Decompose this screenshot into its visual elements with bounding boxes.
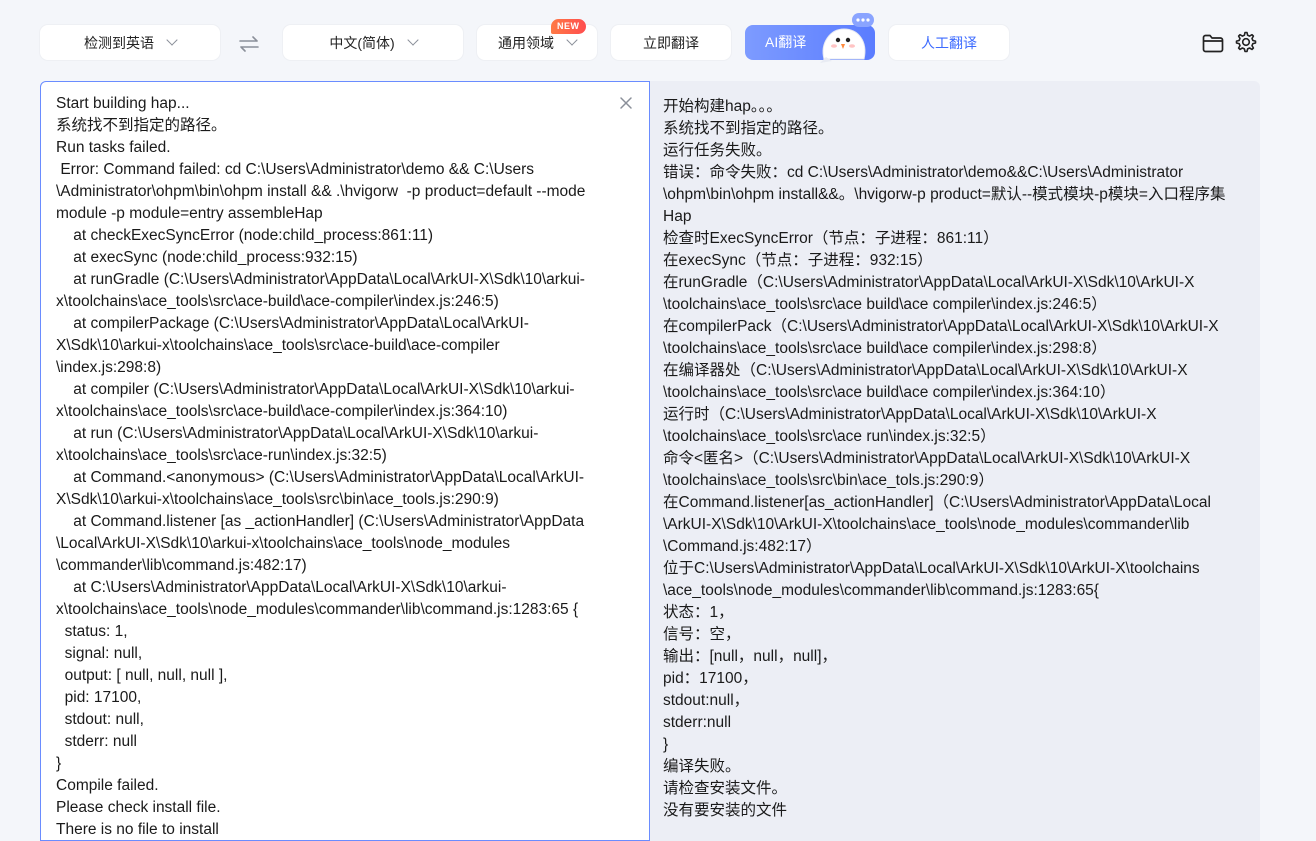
target-line: \Command.js:482:17） [663,538,822,555]
target-line: \ArkUI-X\Sdk\10\ArkUI-X\toolchains\ace_t… [663,516,1190,533]
source-text-input[interactable]: Start building hap... 系统找不到指定的路径。 Run task… [56,93,616,840]
target-line: \ohpm\bin\ohpm install&&。\hvigorw-p prod… [663,186,1226,203]
toolbar: 检测到英语 中文(简体) 通用领域 NEW 立即翻译 AI翻译 人工翻译 [0,0,1316,80]
target-line: 在Command.listener[as_actionHandler]（C:\U… [663,494,1211,511]
translate-now-label: 立即翻译 [643,34,699,51]
source-line: x\toolchains\ace_tools\src\ace-build\ace… [56,293,499,310]
source-line: x\toolchains\ace_tools\src\ace-build\ace… [56,403,508,420]
source-line: at compilerPackage (C:\Users\Administrat… [56,315,529,332]
target-line: } [663,736,669,753]
source-line: stdout: null, [56,711,144,728]
human-translate-label: 人工翻译 [921,34,977,51]
target-line: \toolchains\ace_tools\src\ace run\index.… [663,428,996,445]
target-line: 在compilerPack（C:\Users\Administrator\App… [663,318,1219,335]
source-line: Please check install file. [56,799,221,816]
source-line: Run tasks failed. [56,139,171,156]
source-line: 系统找不到指定的路径。 [56,117,227,134]
target-line: 检查时ExecSyncError（节点：子进程：861:11） [663,230,999,247]
source-language-select[interactable]: 检测到英语 [40,25,220,60]
folder-icon[interactable] [1201,31,1225,55]
source-text-panel[interactable]: Start building hap... 系统找不到指定的路径。 Run task… [40,81,650,841]
target-language-label: 中文(简体) [329,34,395,51]
target-line: stderr:null [663,714,732,731]
chevron-down-icon [166,34,178,46]
source-line: X\Sdk\10\arkui-x\toolchains\ace_tools\sr… [56,337,500,354]
translation-result-text: 开始构建hap。。。系统找不到指定的路径。 运行任务失败。错误：命令失败：cd C… [663,96,1253,822]
source-line: pid: 17100, [56,689,142,706]
source-line: at checkExecSyncError (node:child_proces… [56,227,434,244]
source-line: X\Sdk\10\arkui-x\toolchains\ace_tools\sr… [56,491,499,508]
source-line: Error: Command failed: cd C:\Users\Admin… [56,161,535,178]
source-line: \Local\ArkUI-X\Sdk\10\arkui-x\toolchains… [56,535,511,552]
domain-label: 通用领域 [498,34,554,51]
translation-result-panel: 开始构建hap。。。系统找不到指定的路径。 运行任务失败。错误：命令失败：cd C… [650,81,1260,841]
target-line: 状态：1， [663,604,734,621]
source-line: at compiler (C:\Users\Administrator\AppD… [56,381,575,398]
source-line: There is no file to install [56,821,219,838]
target-line: 信号：空， [663,626,741,643]
close-icon[interactable] [618,95,634,111]
source-line: output: [ null, null, null ], [56,667,228,684]
ai-translate-label: AI翻译 [765,34,807,50]
target-line: \toolchains\ace_tools\src\bin\ace_tols.j… [663,472,994,489]
source-line: \commander\lib\command.js:482:17) [56,557,307,574]
chevron-down-icon [406,34,419,46]
target-line: 开始构建hap。。。 [663,98,782,115]
source-language-label: 检测到英语 [84,34,154,51]
target-language-select[interactable]: 中文(简体) [283,25,463,60]
target-line: pid：17100， [663,670,758,687]
target-line: Hap [663,208,692,225]
source-line: at runGradle (C:\Users\Administrator\App… [56,271,585,288]
target-line: 输出：[null，null，null]， [663,648,837,665]
target-line: 在execSync（节点：子进程：932:15） [663,252,933,269]
source-line: module -p module=entry assembleHap [56,205,323,222]
source-line: at Command.<anonymous> (C:\Users\Adminis… [56,469,585,486]
target-line: \ace_tools\node_modules\commander\lib\co… [663,582,1099,599]
target-line: 运行时（C:\Users\Administrator\AppData\Local… [663,406,1157,423]
target-line: 请检查安装文件。 [663,780,788,797]
source-line: at Command.listener [as _actionHandler] … [56,513,585,530]
target-line: \toolchains\ace_tools\src\ace build\ace … [663,296,1107,313]
source-line: at run (C:\Users\Administrator\AppData\L… [56,425,539,442]
target-line: \toolchains\ace_tools\src\ace build\ace … [663,384,1116,401]
target-line: \toolchains\ace_tools\src\ace build\ace … [663,340,1107,357]
target-line: 运行任务失败。 [663,142,772,159]
source-line: x\toolchains\ace_tools\src\ace-run\index… [56,447,387,464]
source-line: signal: null, [56,645,143,662]
target-line: 编译失败。 [663,758,741,775]
gear-icon[interactable] [1234,30,1258,54]
chevron-down-icon [566,34,578,46]
source-line: status: 1, [56,623,128,640]
target-line: stdout:null， [663,692,750,709]
target-line: 系统找不到指定的路径。 [663,120,834,137]
target-line: 命令<匿名>（C:\Users\Administrator\AppData\Lo… [663,450,1191,467]
target-line: 在runGradle（C:\Users\Administrator\AppDat… [663,274,1195,291]
target-line: 没有要安装的文件 [663,802,788,819]
target-line: 在编译器处（C:\Users\Administrator\AppData\Loc… [663,362,1188,379]
source-line: at C:\Users\Administrator\AppData\Local\… [56,579,507,596]
target-line: 位于C:\Users\Administrator\AppData\Local\A… [663,560,1200,577]
source-line: } [56,755,62,772]
source-line: Compile failed. [56,777,159,794]
source-line: stderr: null [56,733,137,750]
source-line: at execSync (node:child_process:932:15) [56,249,358,266]
source-line: x\toolchains\ace_tools\node_modules\comm… [56,601,579,618]
source-line: \index.js:298:8) [56,359,162,376]
source-line: \Administrator\ohpm\bin\ohpm install && … [56,183,586,200]
source-line: Start building hap... [56,95,190,112]
new-badge: NEW [551,19,586,34]
translate-now-button[interactable]: 立即翻译 [611,25,731,60]
human-translate-button[interactable]: 人工翻译 [889,25,1009,60]
mascot-icon [820,13,874,63]
target-line: 错误：命令失败：cd C:\Users\Administrator\demo&&… [663,164,1184,181]
swap-icon[interactable] [238,34,260,54]
